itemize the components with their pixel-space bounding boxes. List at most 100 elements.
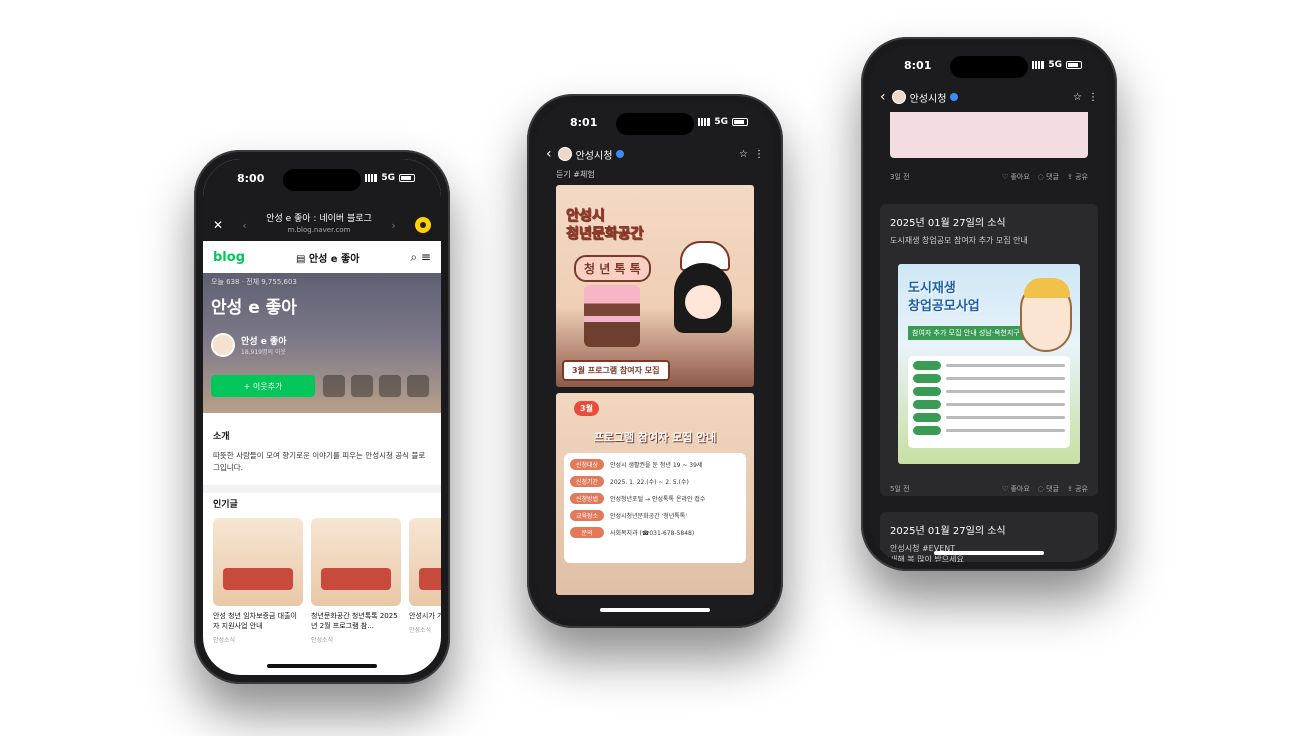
list-icon[interactable] <box>323 375 345 397</box>
popular-heading: 인기글 <box>213 500 238 510</box>
divider <box>203 485 441 493</box>
screen: 8:00 5G ✕ ‹ 안성 e 좋아 : 네이버 블로그 m.blog.nav… <box>203 159 441 675</box>
popular-card[interactable]: 안성 청년 임차보증금 대출이자 지원사업 안내 안성소식 <box>213 518 303 644</box>
intro-text: 따뜻한 사람들이 모여 향기로운 이야기를 피우는 안성시청 공식 블로그입니다… <box>213 451 426 472</box>
battery-icon <box>1066 61 1082 69</box>
search-icon[interactable]: ⌕ <box>410 250 417 264</box>
poster-row <box>913 374 1065 383</box>
card-category: 안성소식 <box>311 637 334 644</box>
popular-card[interactable]: 안성시가 가사돌보... 안성소식 <box>409 518 441 644</box>
profile[interactable]: 안성 e 좋아 18,919명의 이웃 <box>211 333 287 357</box>
post-meta: 5일 전 ♡ 좋아요 ◌ 댓글 ⇪ 공유 <box>890 484 1088 494</box>
post-actions: ♡ 좋아요 ◌ 댓글 ⇪ 공유 <box>1002 484 1088 494</box>
image-pill: 청 년 톡 톡 <box>574 255 651 282</box>
more-icon[interactable]: ⋮ <box>1088 92 1098 103</box>
post-image-2[interactable]: 3월 프로그램 참여자 모집 안내 신청대상 안성시 생활권을 둔 청년 19 ~… <box>556 393 754 595</box>
info-label: 신청대상 <box>570 459 604 470</box>
info-label: 신청기간 <box>570 476 604 487</box>
phone-feed: 8:01 5G ‹ 안성시청 ☆ ⋮ 3일 전 ♡ 좋아요 ◌ 댓글 ⇪ 공유 … <box>861 37 1117 571</box>
network-label: 5G <box>381 173 395 183</box>
dynamic-island <box>616 113 694 135</box>
poster-row <box>913 361 1065 370</box>
follow-button[interactable]: + 이웃추가 <box>211 375 315 397</box>
feed-nav: ‹ 안성시청 ☆ ⋮ <box>870 84 1108 110</box>
network-label: 5G <box>1048 60 1062 70</box>
info-row: 신청대상 안성시 생활권을 둔 청년 19 ~ 39세 <box>570 459 740 470</box>
screen: 8:01 5G ‹ 안성시청 ☆ ⋮ 3일 전 ♡ 좋아요 ◌ 댓글 ⇪ 공유 … <box>870 46 1108 562</box>
comment-button[interactable]: ◌ 댓글 <box>1038 172 1059 182</box>
signal-icon <box>1032 61 1045 69</box>
signal-icon <box>365 174 378 182</box>
battery-icon <box>399 174 415 182</box>
like-button[interactable]: ♡ 좋아요 <box>1002 484 1030 494</box>
share-button[interactable]: ⇪ 공유 <box>1067 172 1088 182</box>
previous-post-image[interactable] <box>890 112 1088 158</box>
avatar <box>891 90 906 104</box>
info-value: 안성시 생활권을 둔 청년 19 ~ 39세 <box>610 462 703 469</box>
post-age: 5일 전 <box>890 485 910 493</box>
image-title: 안성시 청년문화공간 <box>566 207 644 243</box>
phone-blog: 8:00 5G ✕ ‹ 안성 e 좋아 : 네이버 블로그 m.blog.nav… <box>194 150 450 684</box>
image-heading: 프로그램 참여자 모집 안내 <box>593 431 717 444</box>
account-name: 안성시청 <box>909 93 947 105</box>
more-icon[interactable]: ⋮ <box>754 149 764 160</box>
avatar <box>211 333 235 357</box>
blog-logo[interactable]: blog <box>213 250 245 265</box>
poster-line <box>946 390 1065 393</box>
verified-icon <box>950 93 959 101</box>
close-icon[interactable]: ✕ <box>213 218 223 232</box>
edit-icon[interactable] <box>407 375 429 397</box>
share-button[interactable]: ⇪ 공유 <box>1067 484 1088 494</box>
account[interactable]: 안성시청 <box>557 147 733 162</box>
account[interactable]: 안성시청 <box>891 90 1067 105</box>
post-age: 3일 전 <box>890 173 910 181</box>
mascot-illustration <box>1020 278 1072 352</box>
post-title: 2025년 01월 27일의 소식 <box>890 218 1006 229</box>
post-poster[interactable]: 도시재생 창업공모사업 참여자 추가 모집 안내 성남·옥천지구 도시재생 <box>898 264 1080 464</box>
popular-cards: 안성 청년 임차보증금 대출이자 지원사업 안내 안성소식 청년문화공간 청년톡… <box>213 518 441 644</box>
screen: 8:01 5G ‹ 안성시청 ☆ ⋮ 듣기 #체험 안성시 청년문화공간 청 년 … <box>536 103 774 619</box>
people-icon[interactable] <box>379 375 401 397</box>
post-image-1[interactable]: 안성시 청년문화공간 청 년 톡 톡 3월 프로그램 참여자 모집 <box>556 185 754 387</box>
poster-label <box>913 374 941 383</box>
comment-label: 댓글 <box>1046 485 1060 493</box>
info-row: 신청방법 안성청년포털 → 안성톡톡 온라인 접수 <box>570 493 740 504</box>
info-table: 신청대상 안성시 생활권을 둔 청년 19 ~ 39세 신청기간 2025. 1. … <box>564 453 746 563</box>
poster-row <box>913 400 1065 409</box>
back-icon[interactable]: ‹ <box>242 219 246 232</box>
comment-button[interactable]: ◌ 댓글 <box>1038 484 1059 494</box>
post-meta: 3일 전 ♡ 좋아요 ◌ 댓글 ⇪ 공유 <box>890 172 1088 182</box>
poster-label <box>913 361 941 370</box>
star-icon[interactable]: ☆ <box>739 149 748 160</box>
info-row: 문의 사회복지과 (☎031-678-5848) <box>570 527 740 538</box>
dynamic-island <box>950 56 1028 78</box>
home-indicator <box>934 551 1044 555</box>
hamburger-icon[interactable]: ≡ <box>421 250 431 264</box>
chat-icon[interactable] <box>351 375 373 397</box>
status-icons: 5G <box>1032 60 1082 70</box>
info-row: 교육장소 안성시청년문화공간 '청년톡톡' <box>570 510 740 521</box>
poster-line <box>946 403 1065 406</box>
network-label: 5G <box>714 117 728 127</box>
info-row: 신청기간 2025. 1. 22.(수) ~ 2. 5.(수) <box>570 476 740 487</box>
star-icon[interactable]: ☆ <box>1073 92 1082 103</box>
post-line: 새해 복 많이 받으세요 <box>890 555 964 562</box>
visit-count: 오늘 638 · 전체 9,755,603 <box>211 278 297 286</box>
blog-icons: ⌕ ≡ <box>410 250 431 265</box>
forward-icon[interactable]: › <box>391 219 395 232</box>
menu-circle-icon[interactable] <box>415 217 431 233</box>
popular-card[interactable]: 청년문화공간 청년톡톡 2025년 2월 프로그램 참... 안성소식 <box>311 518 401 644</box>
card-thumbnail <box>213 518 303 606</box>
info-value: 안성청년포털 → 안성톡톡 온라인 접수 <box>610 496 706 503</box>
poster-row <box>913 426 1065 435</box>
avatar <box>557 147 572 161</box>
card-category: 안성소식 <box>409 627 432 634</box>
home-indicator <box>267 664 377 668</box>
back-icon[interactable]: ‹ <box>546 146 552 162</box>
like-label: 좋아요 <box>1010 485 1030 493</box>
status-time: 8:01 <box>570 115 598 129</box>
info-label: 교육장소 <box>570 510 604 521</box>
back-icon[interactable]: ‹ <box>880 89 886 105</box>
poster-row <box>913 413 1065 422</box>
like-button[interactable]: ♡ 좋아요 <box>1002 172 1030 182</box>
